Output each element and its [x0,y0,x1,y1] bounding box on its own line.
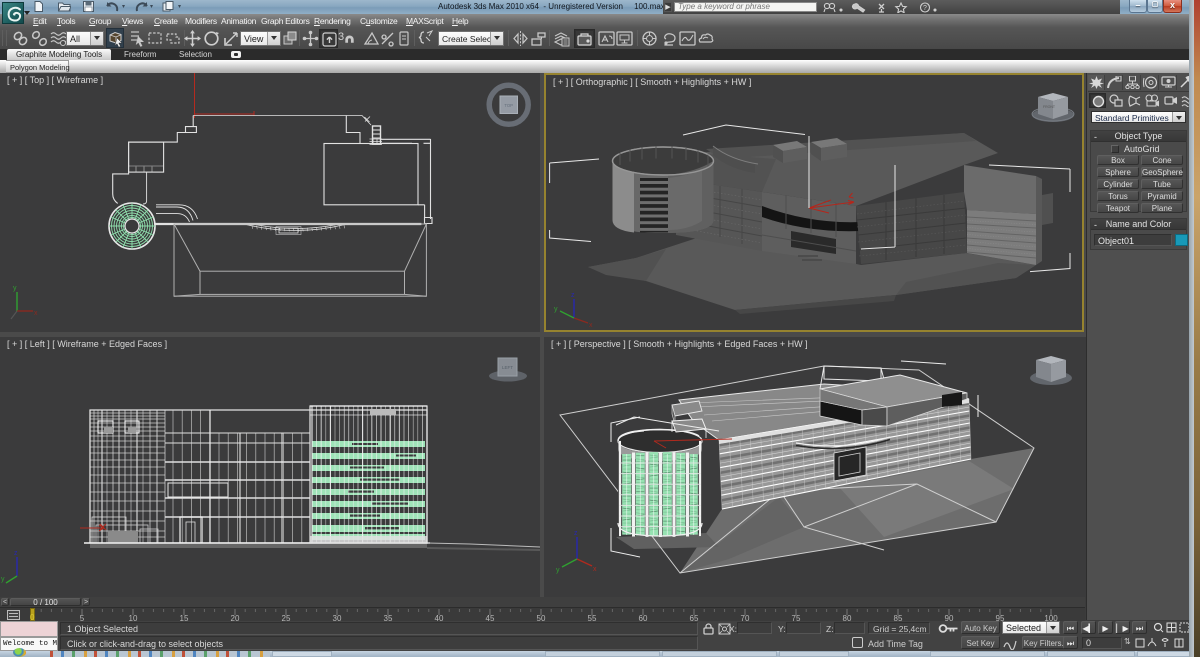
svg-text:y: y [556,567,560,574]
svg-text:FRONT: FRONT [1043,105,1056,109]
svg-text:z: z [571,292,575,299]
svg-text:y: y [1,576,5,583]
svg-text:z: z [574,530,578,537]
svg-text:?: ? [923,5,927,12]
svg-text:y: y [13,285,17,292]
svg-text:LEFT: LEFT [502,365,513,370]
svg-text:x: x [589,322,593,329]
svg-text:z: z [14,550,18,557]
svg-text:x: x [593,566,597,573]
svg-text:y: y [554,306,558,313]
svg-text:TOP: TOP [504,103,513,108]
svg-text:x: x [34,310,38,317]
